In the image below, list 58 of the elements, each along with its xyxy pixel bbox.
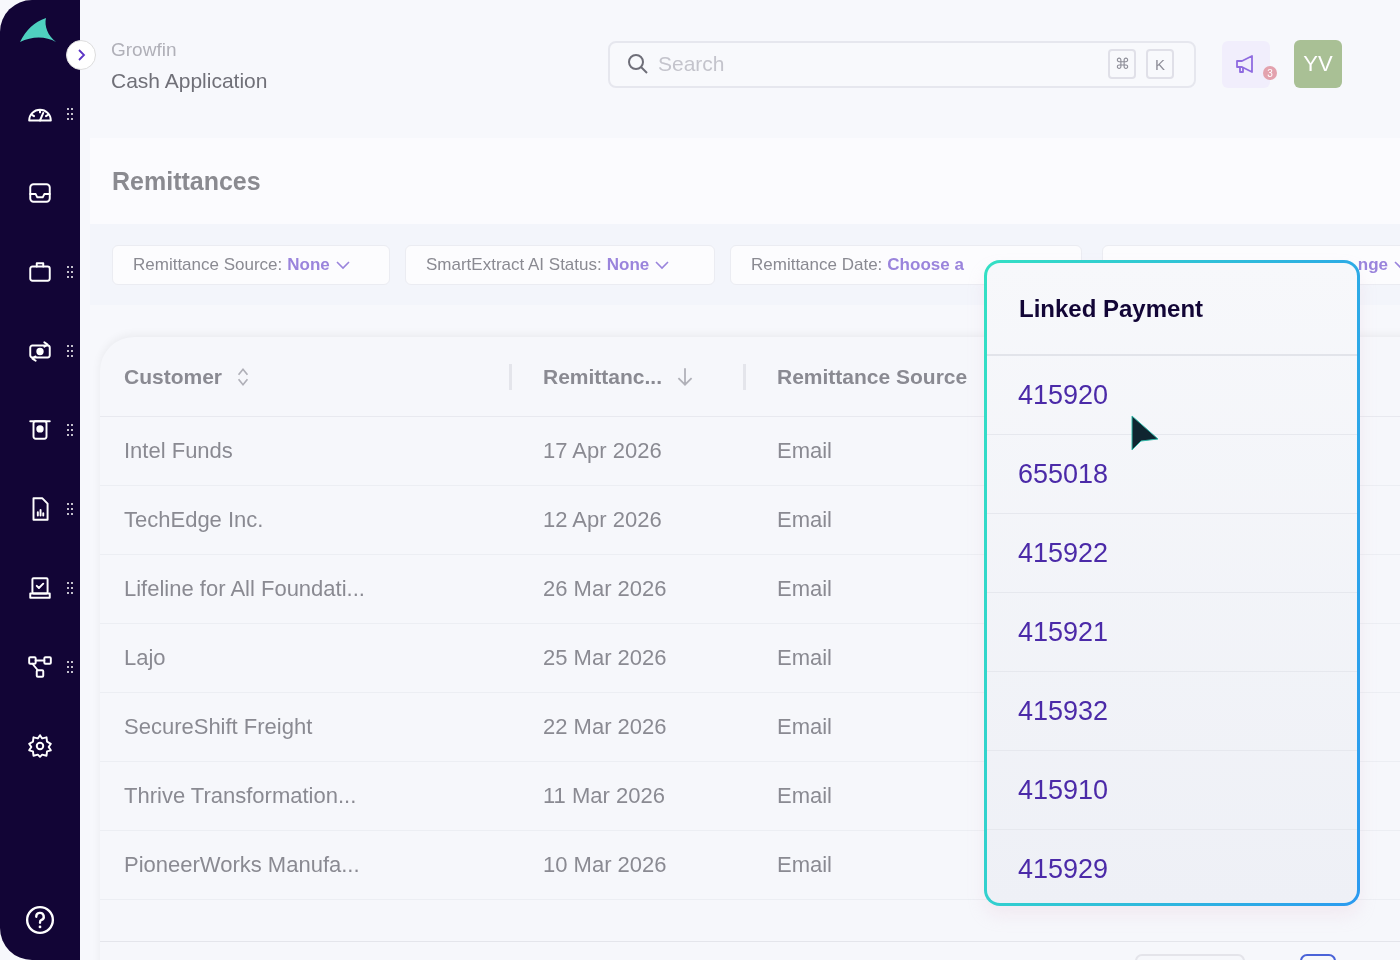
shortcut-key: K (1146, 49, 1174, 79)
popover-title: Linked Payment (987, 263, 1357, 356)
table-cell-text: 17 Apr 2026 (542, 438, 663, 464)
column-header[interactable]: Remittanc... (543, 364, 663, 389)
payment-link[interactable]: 415929 (1018, 853, 1109, 885)
drag-handle-icon[interactable] (67, 582, 73, 594)
payment-link[interactable]: 415920 (1018, 379, 1109, 411)
organization-name: Growfin (111, 39, 178, 61)
payment-link[interactable]: 415910 (1018, 774, 1109, 806)
table-cell-text: Lajo (123, 645, 167, 671)
drag-handle-icon[interactable] (67, 424, 73, 436)
payment-link[interactable]: 655018 (1018, 458, 1109, 490)
table-cell-text: Email (776, 645, 832, 671)
table-cell-text: 10 Mar 2026 (542, 852, 668, 878)
column-header[interactable]: Customer (124, 364, 223, 389)
search-icon (626, 52, 650, 76)
payment-link[interactable]: 415922 (1018, 537, 1109, 569)
drag-handle-icon[interactable] (67, 503, 73, 515)
payment-link[interactable]: 415921 (1018, 616, 1109, 648)
table-cell-text: Email (776, 438, 832, 464)
drag-handle-icon[interactable] (67, 345, 73, 357)
notification-badge: 3 (1263, 66, 1277, 80)
table-cell-text: 11 Mar 2026 (542, 783, 666, 809)
table-cell-text: 12 Apr 2026 (542, 507, 663, 533)
workflow-icon[interactable] (27, 654, 53, 680)
drag-handle-icon[interactable] (67, 266, 73, 278)
cash-drawer-icon[interactable] (27, 417, 53, 443)
table-cell-text: 25 Mar 2026 (542, 645, 668, 671)
table-cell-text: 26 Mar 2026 (542, 576, 668, 602)
shortcut-key: ⌘ (1108, 49, 1136, 79)
module-title: Cash Application (111, 69, 269, 93)
table-cell-text: TechEdge Inc. (123, 507, 265, 533)
filter-dropdown[interactable]: SmartExtract AI Status: None (405, 244, 715, 285)
briefcase-icon[interactable] (27, 259, 53, 285)
table-cell-text: Intel Funds (123, 438, 234, 464)
table-cell-text: Email (776, 507, 832, 533)
table-cell-text: Thrive Transformation... (123, 783, 358, 809)
column-header[interactable]: Remittance Source (777, 364, 968, 389)
table-cell-text: Lifeline for All Foundati... (123, 576, 366, 602)
settings-icon[interactable] (27, 733, 53, 759)
table-cell-text: Email (776, 714, 832, 740)
table-cell-text: Email (776, 783, 832, 809)
table-cell-text: Email (776, 576, 832, 602)
table-cell-text: Email (776, 852, 832, 878)
expand-sidebar-button[interactable] (66, 40, 96, 70)
table-cell-text: 22 Mar 2026 (542, 714, 668, 740)
drag-handle-icon[interactable] (67, 108, 73, 120)
inbox-icon[interactable] (27, 180, 53, 206)
payment-link[interactable]: 415932 (1018, 695, 1109, 727)
table-cell-text: SecureShift Freight (123, 714, 314, 740)
help-icon[interactable] (25, 905, 55, 935)
filter-dropdown[interactable]: Remittance Source: None (112, 244, 390, 285)
approval-icon[interactable] (27, 575, 53, 601)
cash-exchange-icon[interactable] (27, 338, 53, 364)
user-avatar[interactable]: YV (1294, 40, 1342, 88)
table-cell-text: PioneerWorks Manufa... (123, 852, 361, 878)
page-title: Remittances (112, 166, 261, 196)
drag-handle-icon[interactable] (67, 661, 73, 673)
